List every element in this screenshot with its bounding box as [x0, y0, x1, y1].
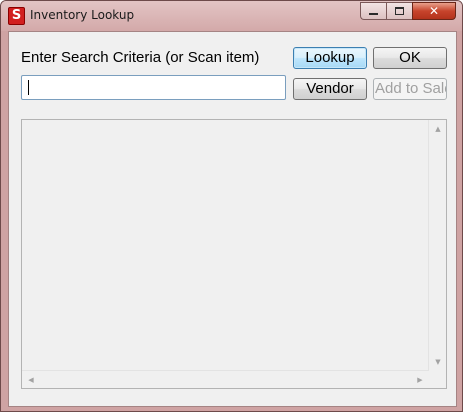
scroll-up-icon[interactable]: ▲ [433, 125, 443, 133]
minimize-button[interactable] [360, 2, 386, 20]
scroll-left-icon[interactable]: ◀ [26, 376, 36, 384]
ok-button[interactable]: OK [373, 47, 447, 69]
scroll-down-icon[interactable]: ▼ [433, 358, 443, 366]
text-caret [28, 80, 29, 95]
add-to-sale-button: Add to Sale [373, 78, 447, 100]
app-logo-icon: S [8, 7, 25, 25]
vendor-button[interactable]: Vendor [293, 78, 367, 100]
maximize-icon [395, 7, 404, 15]
scrollbar-corner [429, 371, 446, 388]
vertical-scrollbar[interactable]: ▲ ▼ [428, 120, 446, 371]
caption-buttons: ✕ [360, 2, 456, 21]
lookup-button[interactable]: Lookup [293, 47, 367, 69]
dialog-body: Enter Search Criteria (or Scan item) Loo… [8, 31, 457, 407]
title-bar[interactable]: S Inventory Lookup ✕ [1, 1, 462, 31]
maximize-button[interactable] [386, 2, 412, 20]
search-input[interactable] [21, 75, 286, 100]
close-button[interactable]: ✕ [412, 2, 456, 20]
search-criteria-label: Enter Search Criteria (or Scan item) [21, 49, 260, 66]
window-title: Inventory Lookup [30, 8, 135, 22]
close-icon: ✕ [428, 4, 440, 18]
minimize-icon [369, 13, 378, 15]
results-list[interactable]: ▲ ▼ ◀ ▶ [21, 119, 447, 389]
inventory-lookup-window: S Inventory Lookup ✕ Enter Search Criter… [0, 0, 463, 412]
scroll-right-icon[interactable]: ▶ [415, 376, 425, 384]
horizontal-scrollbar[interactable]: ◀ ▶ [22, 370, 429, 388]
